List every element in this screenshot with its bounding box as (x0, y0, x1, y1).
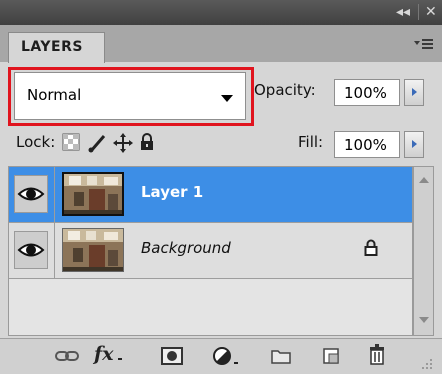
add-mask-icon[interactable] (161, 346, 183, 366)
layers-panel: ◂◂ ✕ LAYERS Normal Opacity: 100% Lock: F… (0, 0, 442, 374)
visibility-toggle[interactable] (14, 175, 48, 213)
visibility-toggle[interactable] (14, 231, 48, 269)
fill-value: 100% (344, 136, 387, 154)
lock-image-pixels-icon[interactable] (87, 133, 107, 153)
panel-menu-icon[interactable] (414, 37, 434, 55)
fill-slider-button[interactable] (404, 131, 424, 158)
tab-layers[interactable]: LAYERS (8, 32, 105, 63)
layer-thumbnail (62, 228, 124, 272)
layers-list: Layer 1 Background (8, 166, 413, 336)
resize-grip-icon[interactable] (418, 357, 434, 374)
opacity-field[interactable]: 100% (334, 79, 400, 106)
blend-mode-dropdown[interactable]: Normal (14, 72, 246, 120)
layer-thumbnail (62, 172, 124, 216)
delete-icon[interactable] (368, 344, 386, 365)
layer-row[interactable]: Background (9, 223, 412, 278)
scroll-down-icon[interactable] (419, 317, 429, 323)
lock-label: Lock: (16, 133, 56, 151)
row-divider (9, 278, 412, 279)
double-chevron-left-icon[interactable]: ◂◂ (396, 4, 410, 20)
fx-menu-dot (118, 358, 122, 360)
triangle-right-icon (412, 88, 417, 96)
opacity-label: Opacity: (254, 81, 316, 99)
row-divider (54, 167, 55, 222)
lock-position-icon[interactable] (113, 133, 133, 153)
fill-label: Fill: (298, 133, 324, 151)
fill-field[interactable]: 100% (334, 131, 400, 158)
triangle-right-icon (412, 140, 417, 148)
opacity-slider-button[interactable] (404, 79, 424, 106)
adjustment-layer-icon[interactable] (212, 346, 242, 366)
new-layer-icon[interactable] (321, 346, 341, 366)
eye-icon (17, 187, 45, 201)
scrollbar[interactable] (413, 166, 434, 336)
layer-lock-icon (364, 239, 378, 261)
layer-row[interactable]: Layer 1 (9, 167, 412, 222)
tab-layers-label: LAYERS (21, 39, 83, 55)
layer-name[interactable]: Layer 1 (141, 183, 203, 201)
new-group-icon[interactable] (270, 346, 292, 366)
chevron-down-icon (221, 95, 233, 102)
opacity-value: 100% (344, 84, 387, 102)
lock-all-icon[interactable] (139, 133, 155, 151)
panel-title-bar: ◂◂ ✕ (0, 0, 442, 25)
layer-style-fx-icon[interactable]: fx (94, 343, 114, 365)
row-divider (54, 223, 55, 278)
layer-name[interactable]: Background (141, 239, 231, 257)
link-layers-icon[interactable] (54, 346, 80, 366)
bottom-toolbar: fx (0, 338, 442, 374)
eye-icon (17, 243, 45, 257)
scroll-up-icon[interactable] (419, 177, 429, 183)
close-icon[interactable]: ✕ (425, 4, 437, 20)
lock-transparent-pixels-icon[interactable] (62, 133, 80, 151)
title-bar-divider (418, 4, 419, 20)
blend-mode-value: Normal (27, 86, 82, 104)
